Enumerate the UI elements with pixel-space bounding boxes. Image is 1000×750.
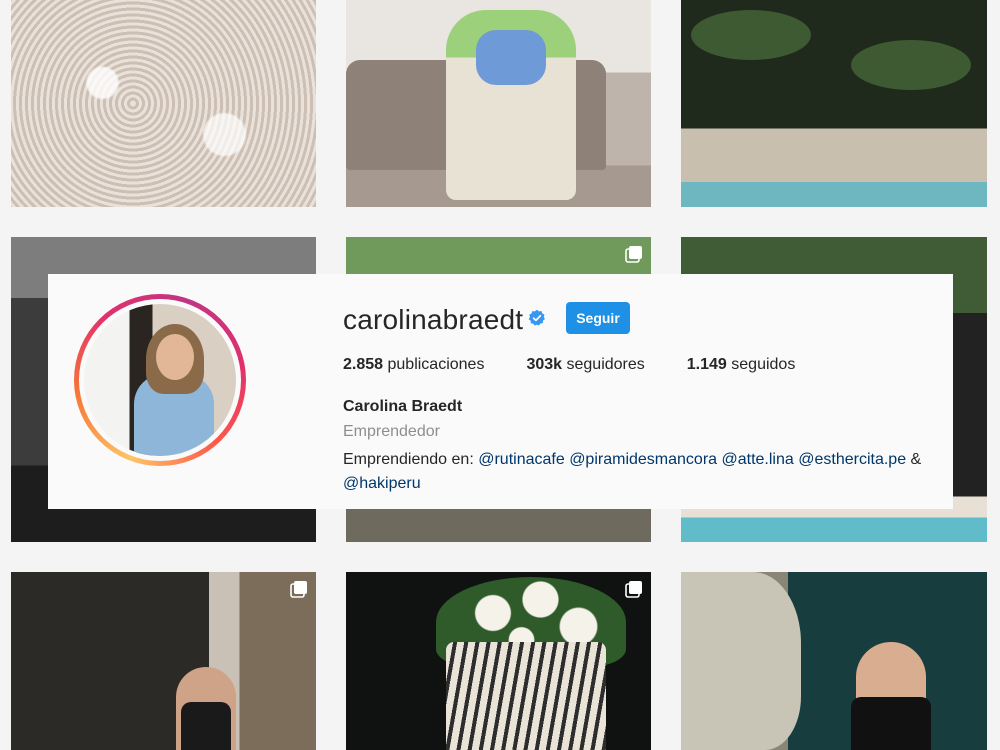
carousel-icon	[625, 246, 642, 263]
post-tile-cenote[interactable]	[681, 572, 987, 750]
verified-badge-icon	[528, 309, 545, 326]
post-image-detail	[476, 30, 546, 85]
bio-prefix: Emprendiendo en:	[343, 451, 474, 468]
profile-full-name: Carolina Braedt	[343, 398, 463, 415]
post-tile-sofa[interactable]	[346, 0, 651, 207]
bio-mention-link[interactable]: @rutinacafe	[478, 451, 565, 468]
avatar-story-ring[interactable]	[74, 294, 246, 466]
bio-mention-link[interactable]: @atte.lina	[722, 451, 794, 468]
post-image-detail	[681, 572, 801, 750]
posts-label: publicaciones	[387, 356, 485, 373]
post-tile-pool-chair[interactable]	[681, 0, 987, 207]
post-tile-flower-bag[interactable]	[346, 572, 651, 750]
post-tile-lace[interactable]	[11, 0, 316, 207]
following-count: 1.149	[686, 356, 727, 373]
profile-header-card: carolinabraedt Seguir 2.858 publicacione…	[48, 274, 953, 509]
post-image-detail	[181, 702, 231, 750]
carousel-icon	[625, 581, 642, 598]
following-label: seguidos	[731, 356, 796, 373]
following-stat[interactable]: 1.149 seguidos	[687, 356, 796, 374]
profile-username: carolinabraedt	[343, 304, 524, 335]
avatar-frame	[79, 299, 241, 461]
profile-stats: 2.858 publicaciones 303k seguidores 1.14…	[343, 356, 837, 374]
avatar-image-detail	[156, 334, 194, 380]
post-tile-swimsuit[interactable]	[11, 572, 316, 750]
followers-label: seguidores	[566, 356, 645, 373]
profile-bio: Emprendiendo en: @rutinacafe @piramidesm…	[343, 448, 943, 496]
followers-count: 303k	[526, 356, 563, 373]
posts-stat[interactable]: 2.858 publicaciones	[343, 356, 484, 374]
post-image-detail	[851, 40, 971, 90]
post-image-detail	[446, 642, 606, 750]
post-image-detail	[851, 697, 931, 750]
follow-button[interactable]: Seguir	[566, 302, 630, 334]
bio-mention-link[interactable]: @hakiperu	[343, 475, 421, 492]
profile-category: Emprendedor	[343, 423, 440, 440]
avatar	[84, 304, 236, 456]
bio-ampersand: &	[910, 451, 922, 468]
bio-mention-link[interactable]: @esthercita.pe	[798, 451, 906, 468]
bio-mention-link[interactable]: @piramidesmancora	[569, 451, 717, 468]
carousel-icon	[290, 581, 307, 598]
posts-count: 2.858	[343, 356, 384, 373]
followers-stat[interactable]: 303k seguidores	[526, 356, 644, 374]
post-image-detail	[691, 10, 811, 60]
